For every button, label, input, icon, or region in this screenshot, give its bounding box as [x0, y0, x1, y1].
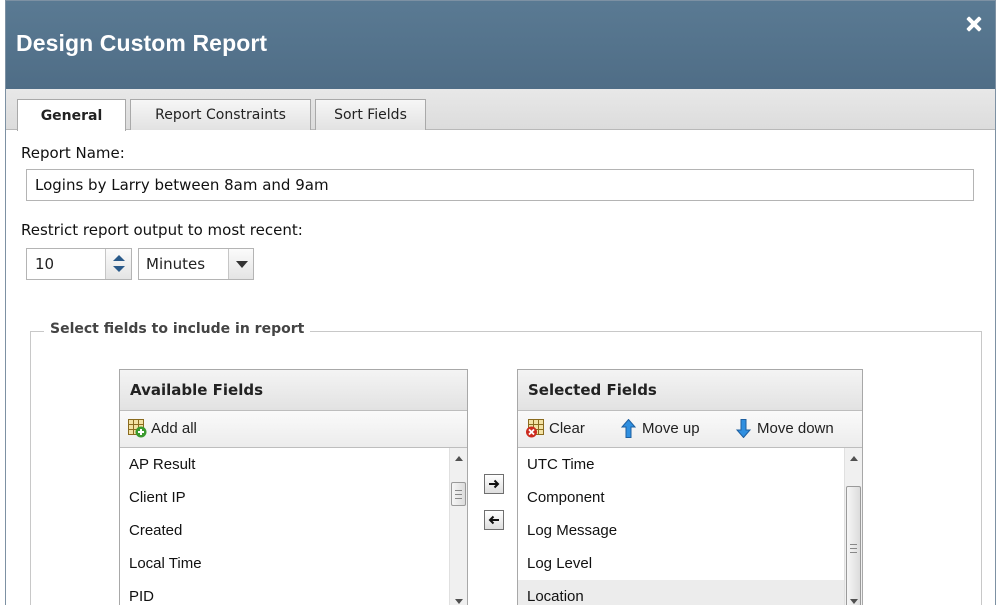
- move-down-label: Move down: [757, 420, 834, 437]
- report-name-input[interactable]: Logins by Larry between 8am and 9am: [26, 169, 974, 201]
- tab-report-constraints[interactable]: Report Constraints: [130, 99, 311, 130]
- selected-fields-panel: Selected Fields Clear Move up Move down …: [517, 369, 863, 605]
- available-fields-toolbar: Add all: [120, 411, 467, 448]
- list-item[interactable]: Client IP: [120, 481, 449, 514]
- available-fields-scrollbar[interactable]: [449, 448, 467, 605]
- scroll-up-icon[interactable]: [455, 456, 463, 461]
- dialog-titlebar: Design Custom Report: [6, 1, 995, 89]
- spin-up-icon[interactable]: [113, 255, 125, 261]
- add-all-button[interactable]: Add all: [128, 419, 197, 438]
- selected-fields-scrollbar[interactable]: [844, 448, 862, 605]
- selected-fields-header: Selected Fields: [518, 370, 862, 411]
- available-fields-header: Available Fields: [120, 370, 467, 411]
- close-icon[interactable]: [965, 15, 983, 33]
- report-name-value: Logins by Larry between 8am and 9am: [35, 176, 329, 194]
- available-fields-panel: Available Fields Add all AP Result Clien…: [119, 369, 468, 605]
- list-item[interactable]: Component: [518, 481, 844, 514]
- clear-label: Clear: [549, 420, 585, 437]
- selected-fields-list[interactable]: UTC Time Component Log Message Log Level…: [518, 448, 844, 605]
- move-down-button[interactable]: Move down: [734, 419, 834, 439]
- arrow-right-icon: [489, 479, 500, 489]
- scroll-thumb[interactable]: [846, 486, 861, 605]
- list-item[interactable]: Created: [120, 514, 449, 547]
- report-name-label: Report Name:: [21, 144, 125, 162]
- add-selected-button[interactable]: [484, 474, 504, 494]
- scroll-up-icon[interactable]: [850, 456, 858, 461]
- field-selection-legend: Select fields to include in report: [44, 321, 311, 337]
- chevron-down-icon[interactable]: [228, 249, 253, 279]
- arrow-up-icon: [619, 418, 638, 438]
- available-fields-list[interactable]: AP Result Client IP Created Local Time P…: [120, 448, 449, 605]
- tab-general[interactable]: General: [17, 99, 126, 131]
- spin-down-icon[interactable]: [113, 266, 125, 272]
- list-item[interactable]: Location: [518, 580, 844, 605]
- dialog-title: Design Custom Report: [16, 30, 268, 56]
- list-item[interactable]: UTC Time: [518, 448, 844, 481]
- scroll-thumb[interactable]: [451, 482, 466, 506]
- add-all-label: Add all: [151, 420, 197, 437]
- scroll-down-icon[interactable]: [850, 599, 858, 604]
- tab-strip: General Report Constraints Sort Fields: [6, 89, 995, 131]
- design-custom-report-dialog: Design Custom Report General Report Cons…: [5, 0, 996, 605]
- list-item[interactable]: PID: [120, 580, 449, 605]
- move-up-label: Move up: [642, 420, 700, 437]
- list-item[interactable]: Log Message: [518, 514, 844, 547]
- list-item[interactable]: Local Time: [120, 547, 449, 580]
- list-item[interactable]: AP Result: [120, 448, 449, 481]
- add-table-icon: [128, 419, 147, 438]
- arrow-down-icon: [734, 419, 753, 439]
- tab-sort-fields[interactable]: Sort Fields: [315, 99, 426, 130]
- clear-button[interactable]: Clear: [526, 419, 585, 438]
- recent-count-value: 10: [35, 255, 55, 273]
- arrow-left-icon: [488, 515, 499, 525]
- scroll-down-icon[interactable]: [455, 599, 463, 604]
- clear-table-icon: [526, 419, 545, 438]
- selected-fields-toolbar: Clear Move up Move down: [518, 411, 862, 448]
- list-item[interactable]: Log Level: [518, 547, 844, 580]
- spinner-buttons: [105, 249, 131, 279]
- move-up-button[interactable]: Move up: [619, 418, 700, 438]
- remove-selected-button[interactable]: [484, 510, 504, 530]
- restrict-label: Restrict report output to most recent:: [21, 221, 303, 239]
- recent-count-spinner[interactable]: 10: [26, 248, 132, 280]
- time-unit-select[interactable]: Minutes: [138, 248, 254, 280]
- time-unit-value: Minutes: [146, 255, 206, 273]
